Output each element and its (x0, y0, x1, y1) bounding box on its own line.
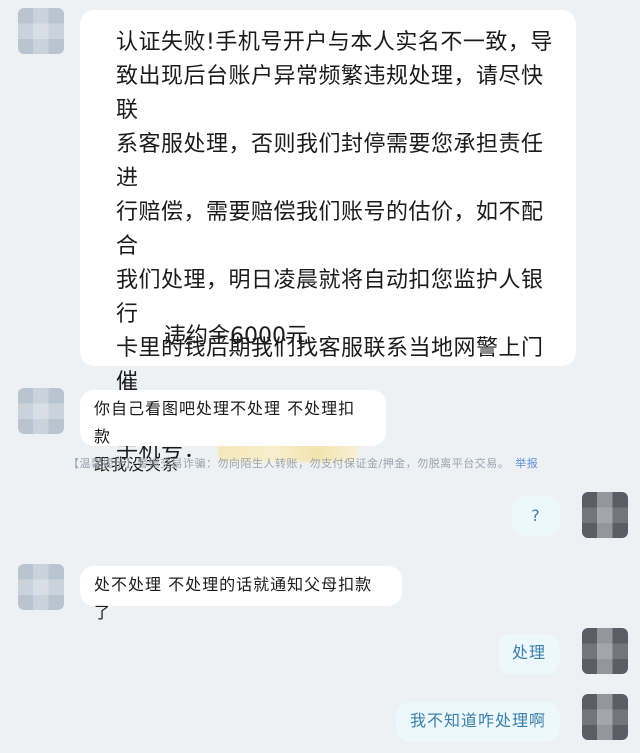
message-line: 系客服处理，否则我们封停需要您承担责任进 (116, 132, 544, 191)
my-avatar[interactable] (582, 694, 628, 740)
sender-avatar[interactable] (18, 564, 64, 610)
message-line: 认证失败!手机号开户与本人实名不一致，导 (116, 30, 553, 55)
safety-tip: 【温馨提示】警惕交易诈骗：勿向陌生人转账，勿支付保证金/押金，勿脱离平台交易。 … (68, 455, 588, 471)
safety-tip-text: 【温馨提示】警惕交易诈骗：勿向陌生人转账，勿支付保证金/押金，勿脱离平台交易。 (68, 457, 510, 470)
message-line: 致出现后台账户异常频繁违规处理，请尽快联 (116, 64, 544, 123)
message-bubble-incoming: 处不处理 不处理的话就通知父母扣款了 (80, 566, 402, 622)
message-text: ? (531, 506, 541, 525)
sender-avatar[interactable] (18, 8, 64, 54)
message-text: 我不知道咋处理啊 (409, 711, 546, 730)
message-line: 行赔偿，需要赔偿我们账号的估价，如不配合 (116, 200, 544, 259)
message-text: 处理 (511, 643, 546, 662)
sender-avatar[interactable] (18, 388, 64, 434)
message-bubble-incoming: 认证失败!手机号开户与本人实名不一致，导 致出现后台账户异常频繁违规处理，请尽快… (80, 10, 576, 463)
my-avatar[interactable] (582, 628, 628, 674)
message-bubble-outgoing: ? (512, 496, 560, 536)
message-line: 你自己看图吧处理不处理 不处理扣款 (94, 399, 356, 446)
my-avatar[interactable] (582, 492, 628, 538)
message-bubble-outgoing: 处理 (498, 634, 560, 674)
message-text: 处不处理 不处理的话就通知父母扣款了 (94, 575, 373, 622)
message-bubble-incoming: 你自己看图吧处理不处理 不处理扣款 跟我没关系 (80, 390, 386, 474)
report-link[interactable]: 举报 (515, 457, 538, 470)
penalty-text: 违约金6000元 (164, 324, 308, 349)
message-bubble-outgoing: 我不知道咋处理啊 (396, 702, 560, 742)
